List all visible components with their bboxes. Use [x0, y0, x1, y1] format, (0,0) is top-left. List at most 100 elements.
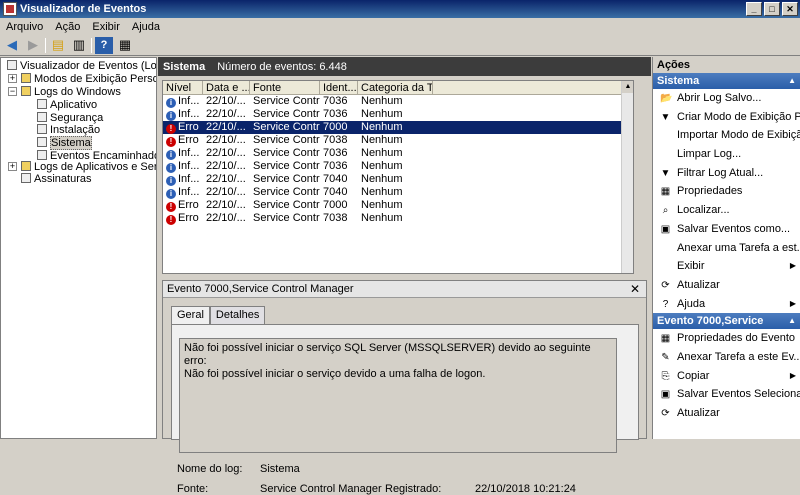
filter-icon: ▼ [660, 111, 671, 123]
menu-arquivo[interactable]: Arquivo [0, 21, 49, 33]
information-icon: i [166, 176, 176, 186]
tab-details[interactable]: Detalhes [209, 306, 266, 325]
tree-node-windows-logs[interactable]: Logs do Windows [21, 86, 121, 98]
back-arrow-icon[interactable]: ◀ [3, 37, 21, 54]
maximize-button[interactable]: □ [764, 2, 780, 16]
tree-node-custom-views[interactable]: Modos de Exibição Personalizados [21, 73, 156, 85]
action-item[interactable]: ▼ Criar Modo de Exibição P... [653, 108, 800, 127]
column-source[interactable]: Fonte [250, 81, 320, 94]
tree-node-setup[interactable]: Instalação [37, 124, 100, 136]
subscription-icon [21, 173, 31, 183]
collapse-up-icon[interactable]: ▲ [788, 73, 796, 89]
cell-date: 22/10/... [206, 134, 246, 146]
action-item[interactable]: ? Ajuda ▶ [653, 295, 800, 314]
information-icon: i [166, 189, 176, 199]
tree-node-application[interactable]: Aplicativo [37, 99, 97, 111]
action-item[interactable]: Exibir ▶ [653, 257, 800, 276]
table-row[interactable]: iInf...22/10/... Service Contr...7040 Nenh… [163, 173, 633, 186]
table-scrollbar[interactable]: ▲ [621, 81, 633, 273]
action-item[interactable]: ✎ Anexar Tarefa a este Ev... [653, 348, 800, 367]
action-item[interactable]: ⌕ Localizar... [653, 201, 800, 220]
log-icon [37, 150, 47, 160]
show-hide-pane-icon[interactable]: ▦ [116, 37, 134, 54]
action-item[interactable]: ▣ Salvar Eventos como... [653, 220, 800, 239]
cell-source: Service Contr... [253, 160, 320, 172]
properties-icon: ▦ [660, 333, 671, 345]
column-id[interactable]: Ident... [320, 81, 358, 94]
error-icon: ! [166, 215, 176, 225]
action-item[interactable]: ▼ Filtrar Log Atual... [653, 164, 800, 183]
cell-level: i Inf... [163, 186, 203, 199]
tree-node-root[interactable]: Visualizador de Eventos (Local) [7, 60, 156, 72]
tree-node-security[interactable]: Segurança [37, 112, 103, 124]
scroll-up-icon[interactable]: ▲ [622, 81, 633, 93]
cell-date: 22/10/... [206, 199, 246, 211]
collapse-up-icon[interactable]: ▲ [788, 313, 796, 329]
tree-node-system[interactable]: Sistema [37, 136, 92, 150]
tree-node-app-service-logs[interactable]: Logs de Aplicativos e Serviços [21, 161, 156, 173]
cell-category: Nenhum [361, 173, 403, 185]
menu-exibir[interactable]: Exibir [86, 21, 126, 33]
action-item[interactable]: 📂 Abrir Log Salvo... [653, 89, 800, 108]
action-item[interactable]: Limpar Log... [653, 145, 800, 164]
help-icon[interactable]: ? [95, 36, 113, 54]
information-icon: i [166, 98, 176, 108]
log-icon [37, 112, 47, 122]
table-row[interactable]: iInf...22/10/... Service Contr...7036 Nenh… [163, 160, 633, 173]
menu-bar: Arquivo Ação Exibir Ajuda [0, 18, 800, 35]
actions-section-event[interactable]: Evento 7000,Service Contr... ▲ [653, 313, 800, 343]
action-item[interactable]: ▦ Propriedades do Evento [653, 329, 800, 348]
folder-icon: 📂 [660, 93, 673, 104]
console-tree-icon[interactable]: ▥ [70, 37, 88, 54]
column-category[interactable]: Categoria da T... [358, 81, 433, 94]
cell-category: Nenhum [361, 95, 403, 107]
log-icon [37, 137, 47, 147]
information-icon: i [166, 111, 176, 121]
refresh-icon: ⟳ [661, 279, 670, 291]
message-line: Não foi possível iniciar o serviço devid… [184, 368, 486, 380]
table-row[interactable]: iInf...22/10/... Service Contr...7040 Nenh… [163, 186, 633, 199]
table-row[interactable]: !Erro22/10/... Service Contr...7000 Nenhum [163, 121, 633, 134]
action-item[interactable]: ⟳ Atualizar [653, 404, 800, 423]
table-row[interactable]: iInf...22/10/... Service Contr...7036 Nenh… [163, 147, 633, 160]
collapse-icon[interactable]: − [8, 87, 17, 96]
tree-node-subscriptions[interactable]: Assinaturas [21, 173, 91, 185]
event-viewer-app-icon [3, 2, 17, 16]
menu-ajuda[interactable]: Ajuda [126, 21, 166, 33]
cell-id: 7038 [323, 134, 348, 146]
expand-icon[interactable]: + [8, 162, 17, 171]
action-item[interactable]: Importar Modo de Exibiçã... [653, 126, 800, 145]
event-message[interactable]: Não foi possível iniciar o serviço SQL S… [179, 338, 617, 453]
table-row[interactable]: !Erro22/10/... Service Contr...7000 Nenhum [163, 199, 633, 212]
action-item[interactable]: ▦ Propriedades [653, 182, 800, 201]
tab-general[interactable]: Geral [171, 306, 210, 325]
cell-level: i Inf... [163, 160, 203, 173]
cell-source: Service Contr... [253, 212, 320, 224]
actions-section-system[interactable]: Sistema ▲ [653, 73, 800, 89]
cell-category: Nenhum [361, 186, 403, 198]
up-folder-icon[interactable]: ▤ [49, 37, 67, 54]
close-button[interactable]: ✕ [782, 2, 798, 16]
action-item[interactable]: ▣ Salvar Eventos Seleciona... [653, 385, 800, 404]
help-icon: ? [662, 298, 669, 310]
minimize-button[interactable]: _ [746, 2, 762, 16]
table-row[interactable]: iInf...22/10/... Service Contr...7036 Nenh… [163, 108, 633, 121]
forward-arrow-icon[interactable]: ▶ [24, 37, 42, 54]
table-row[interactable]: !Erro22/10/... Service Contr...7038 Nenhum [163, 134, 633, 147]
column-level[interactable]: Nível [163, 81, 203, 94]
events-table: Nível Data e ... Fonte Ident... Categori… [162, 80, 634, 274]
cell-source: Service Contr... [253, 108, 320, 120]
actions-list-event: ▦ Propriedades do Evento ✎ Anexar Tarefa a … [653, 329, 800, 422]
cell-date: 22/10/... [206, 212, 246, 224]
source-label: Fonte: [177, 483, 209, 495]
table-row[interactable]: iInf...22/10/... Service Contr...7036 Nenh… [163, 95, 633, 108]
column-date[interactable]: Data e ... [203, 81, 250, 94]
action-item[interactable]: ⎘ Copiar ▶ [653, 367, 800, 386]
expand-icon[interactable]: + [8, 74, 17, 83]
action-item[interactable]: ⟳ Atualizar [653, 276, 800, 295]
menu-acao[interactable]: Ação [49, 21, 86, 33]
close-icon[interactable]: ✕ [630, 281, 640, 298]
action-item[interactable]: Anexar uma Tarefa a est... [653, 239, 800, 258]
table-row[interactable]: !Erro22/10/... Service Contr...7038 Nenhum [163, 212, 633, 225]
copy-icon: ⎘ [661, 370, 670, 382]
